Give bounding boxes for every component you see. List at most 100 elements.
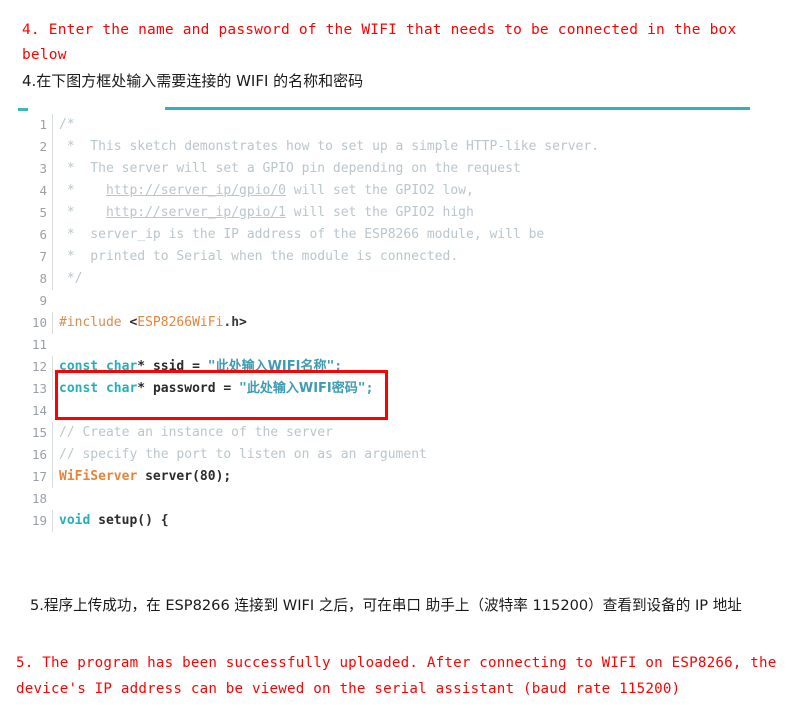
code-line-text: * This sketch demonstrates how to set up…: [52, 136, 790, 158]
code-line: 6 * server_ip is the IP address of the E…: [0, 224, 790, 246]
code-token: ssid: [152, 359, 185, 374]
code-line-number: 14: [31, 403, 47, 418]
code-token: // Create an instance of the server: [59, 425, 333, 440]
code-line-number: 5: [39, 205, 47, 220]
code-line: 4 * http://server_ip/gpio/0 will set the…: [0, 180, 790, 202]
code-token: will set the GPIO2 high: [285, 205, 474, 220]
code-line: 7 * printed to Serial when the module is…: [0, 246, 790, 268]
code-token: password: [152, 381, 216, 396]
code-line-text: * server_ip is the IP address of the ESP…: [52, 224, 790, 246]
code-token: * printed to Serial when the module is c…: [59, 249, 459, 264]
code-line-number: 4: [39, 183, 47, 198]
code-line-number: 3: [39, 161, 47, 176]
teal-dash-marker: [18, 108, 28, 111]
code-line-number: 2: [39, 139, 47, 154]
teal-horizontal-rule: [165, 107, 750, 110]
code-token: // specify the port to listen on as an a…: [59, 447, 427, 462]
instruction-step5-english: 5. The program has been successfully upl…: [16, 655, 786, 697]
code-line: 3 * The server will set a GPIO pin depen…: [0, 158, 790, 180]
code-line: 17 WiFiServer server(80);: [0, 466, 790, 488]
code-token: ": [239, 381, 247, 396]
instruction-step5-chinese: 5.程序上传成功，在 ESP8266 连接到 WIFI 之后，可在串口 助手上（…: [30, 597, 742, 614]
code-token: will set the GPIO2 low,: [285, 183, 474, 198]
code-token: =: [215, 381, 240, 396]
code-token: *: [59, 183, 106, 198]
code-line-text: */: [52, 268, 790, 290]
code-line: 5 * http://server_ip/gpio/1 will set the…: [0, 202, 790, 224]
code-token: *: [137, 381, 153, 396]
code-line-text: // Create an instance of the server: [52, 422, 790, 444]
code-token: ": [207, 359, 216, 374]
code-token: #include: [59, 315, 130, 330]
code-line-text: WiFiServer server(80);: [52, 466, 790, 488]
code-line: 15 // Create an instance of the server: [0, 422, 790, 444]
instruction-step4-chinese: 4.在下图方框处输入需要连接的 WIFI 的名称和密码: [22, 72, 364, 90]
code-line-number: 19: [31, 513, 47, 528]
code-token: =: [184, 359, 208, 374]
code-line-text: * The server will set a GPIO pin dependi…: [52, 158, 790, 180]
code-token: */: [59, 271, 83, 286]
code-line-number: 7: [39, 249, 47, 264]
code-line: 11: [0, 334, 790, 356]
code-line-text: #include <ESP8266WiFi.h>: [52, 312, 790, 334]
code-line-text: const char* ssid = "此处输入WIFI名称";: [52, 356, 790, 378]
code-line-text: /*: [52, 114, 790, 136]
code-line: 8 */: [0, 268, 790, 290]
code-token: void: [59, 513, 91, 528]
code-line-text: * http://server_ip/gpio/0 will set the G…: [52, 180, 790, 202]
code-token: setup: [98, 513, 138, 528]
code-line: 10 #include <ESP8266WiFi.h>: [0, 312, 790, 334]
code-line: 1 /*: [0, 114, 790, 136]
code-line: 16 // specify the port to listen on as an…: [0, 444, 790, 466]
code-line: 9: [0, 290, 790, 312]
code-token: * server_ip is the IP address of the ESP…: [59, 227, 545, 242]
code-token: * The server will set a GPIO pin dependi…: [59, 161, 521, 176]
code-token: .h: [223, 315, 240, 330]
code-token: () {: [137, 513, 169, 528]
code-line-text: // specify the port to listen on as an a…: [52, 444, 790, 466]
code-line-text: * printed to Serial when the module is c…: [52, 246, 790, 268]
code-line-number: 12: [31, 359, 47, 374]
code-token: /*: [59, 117, 75, 132]
code-token: 此处输入WIFI密码: [246, 381, 358, 396]
code-token: ESP8266WiFi: [137, 315, 224, 330]
code-line-text: * http://server_ip/gpio/1 will set the G…: [52, 202, 790, 224]
code-line: 19 void setup() {: [0, 510, 790, 532]
code-token: *: [59, 205, 106, 220]
code-line-number: 11: [31, 337, 47, 352]
code-line-number: 17: [31, 469, 47, 484]
code-line-number: 10: [31, 315, 47, 330]
code-token: const char: [59, 359, 138, 374]
code-token: );: [215, 469, 232, 484]
code-token: WiFiServer: [59, 469, 138, 484]
code-token: const char: [59, 381, 138, 396]
code-line-number: 18: [31, 491, 47, 506]
code-token: (: [192, 469, 200, 484]
code-token: 80: [199, 469, 216, 484]
code-token: >: [239, 315, 247, 330]
code-line: 12 const char* ssid = "此处输入WIFI名称";: [0, 356, 790, 378]
code-line-text: const char* password = "此处输入WIFI密码";: [52, 378, 790, 400]
code-line-number: 8: [39, 271, 47, 286]
code-line: 2 * This sketch demonstrates how to set …: [0, 136, 790, 158]
code-token: *: [137, 359, 153, 374]
code-line-number: 16: [31, 447, 47, 462]
code-line-number: 15: [31, 425, 47, 440]
code-url-link[interactable]: http://server_ip/gpio/0: [106, 183, 286, 198]
code-token: * This sketch demonstrates how to set up…: [59, 139, 600, 154]
code-line-number: 6: [39, 227, 47, 242]
code-line-number: 13: [31, 381, 47, 396]
code-line-number: 9: [39, 293, 47, 308]
code-line-number: 1: [39, 117, 47, 132]
code-line: 14: [0, 400, 790, 422]
code-line-text: void setup() {: [52, 510, 790, 532]
instruction-step4-english: 4. Enter the name and password of the WI…: [22, 22, 746, 63]
code-url-link[interactable]: http://server_ip/gpio/1: [106, 205, 286, 220]
code-listing: 1 /* 2 * This sketch demonstrates how to s…: [0, 114, 790, 566]
code-token: ";: [326, 359, 343, 374]
code-token: 此处输入WIFI名称: [215, 359, 327, 374]
code-line: 18: [0, 488, 790, 510]
code-token: server: [145, 469, 193, 484]
